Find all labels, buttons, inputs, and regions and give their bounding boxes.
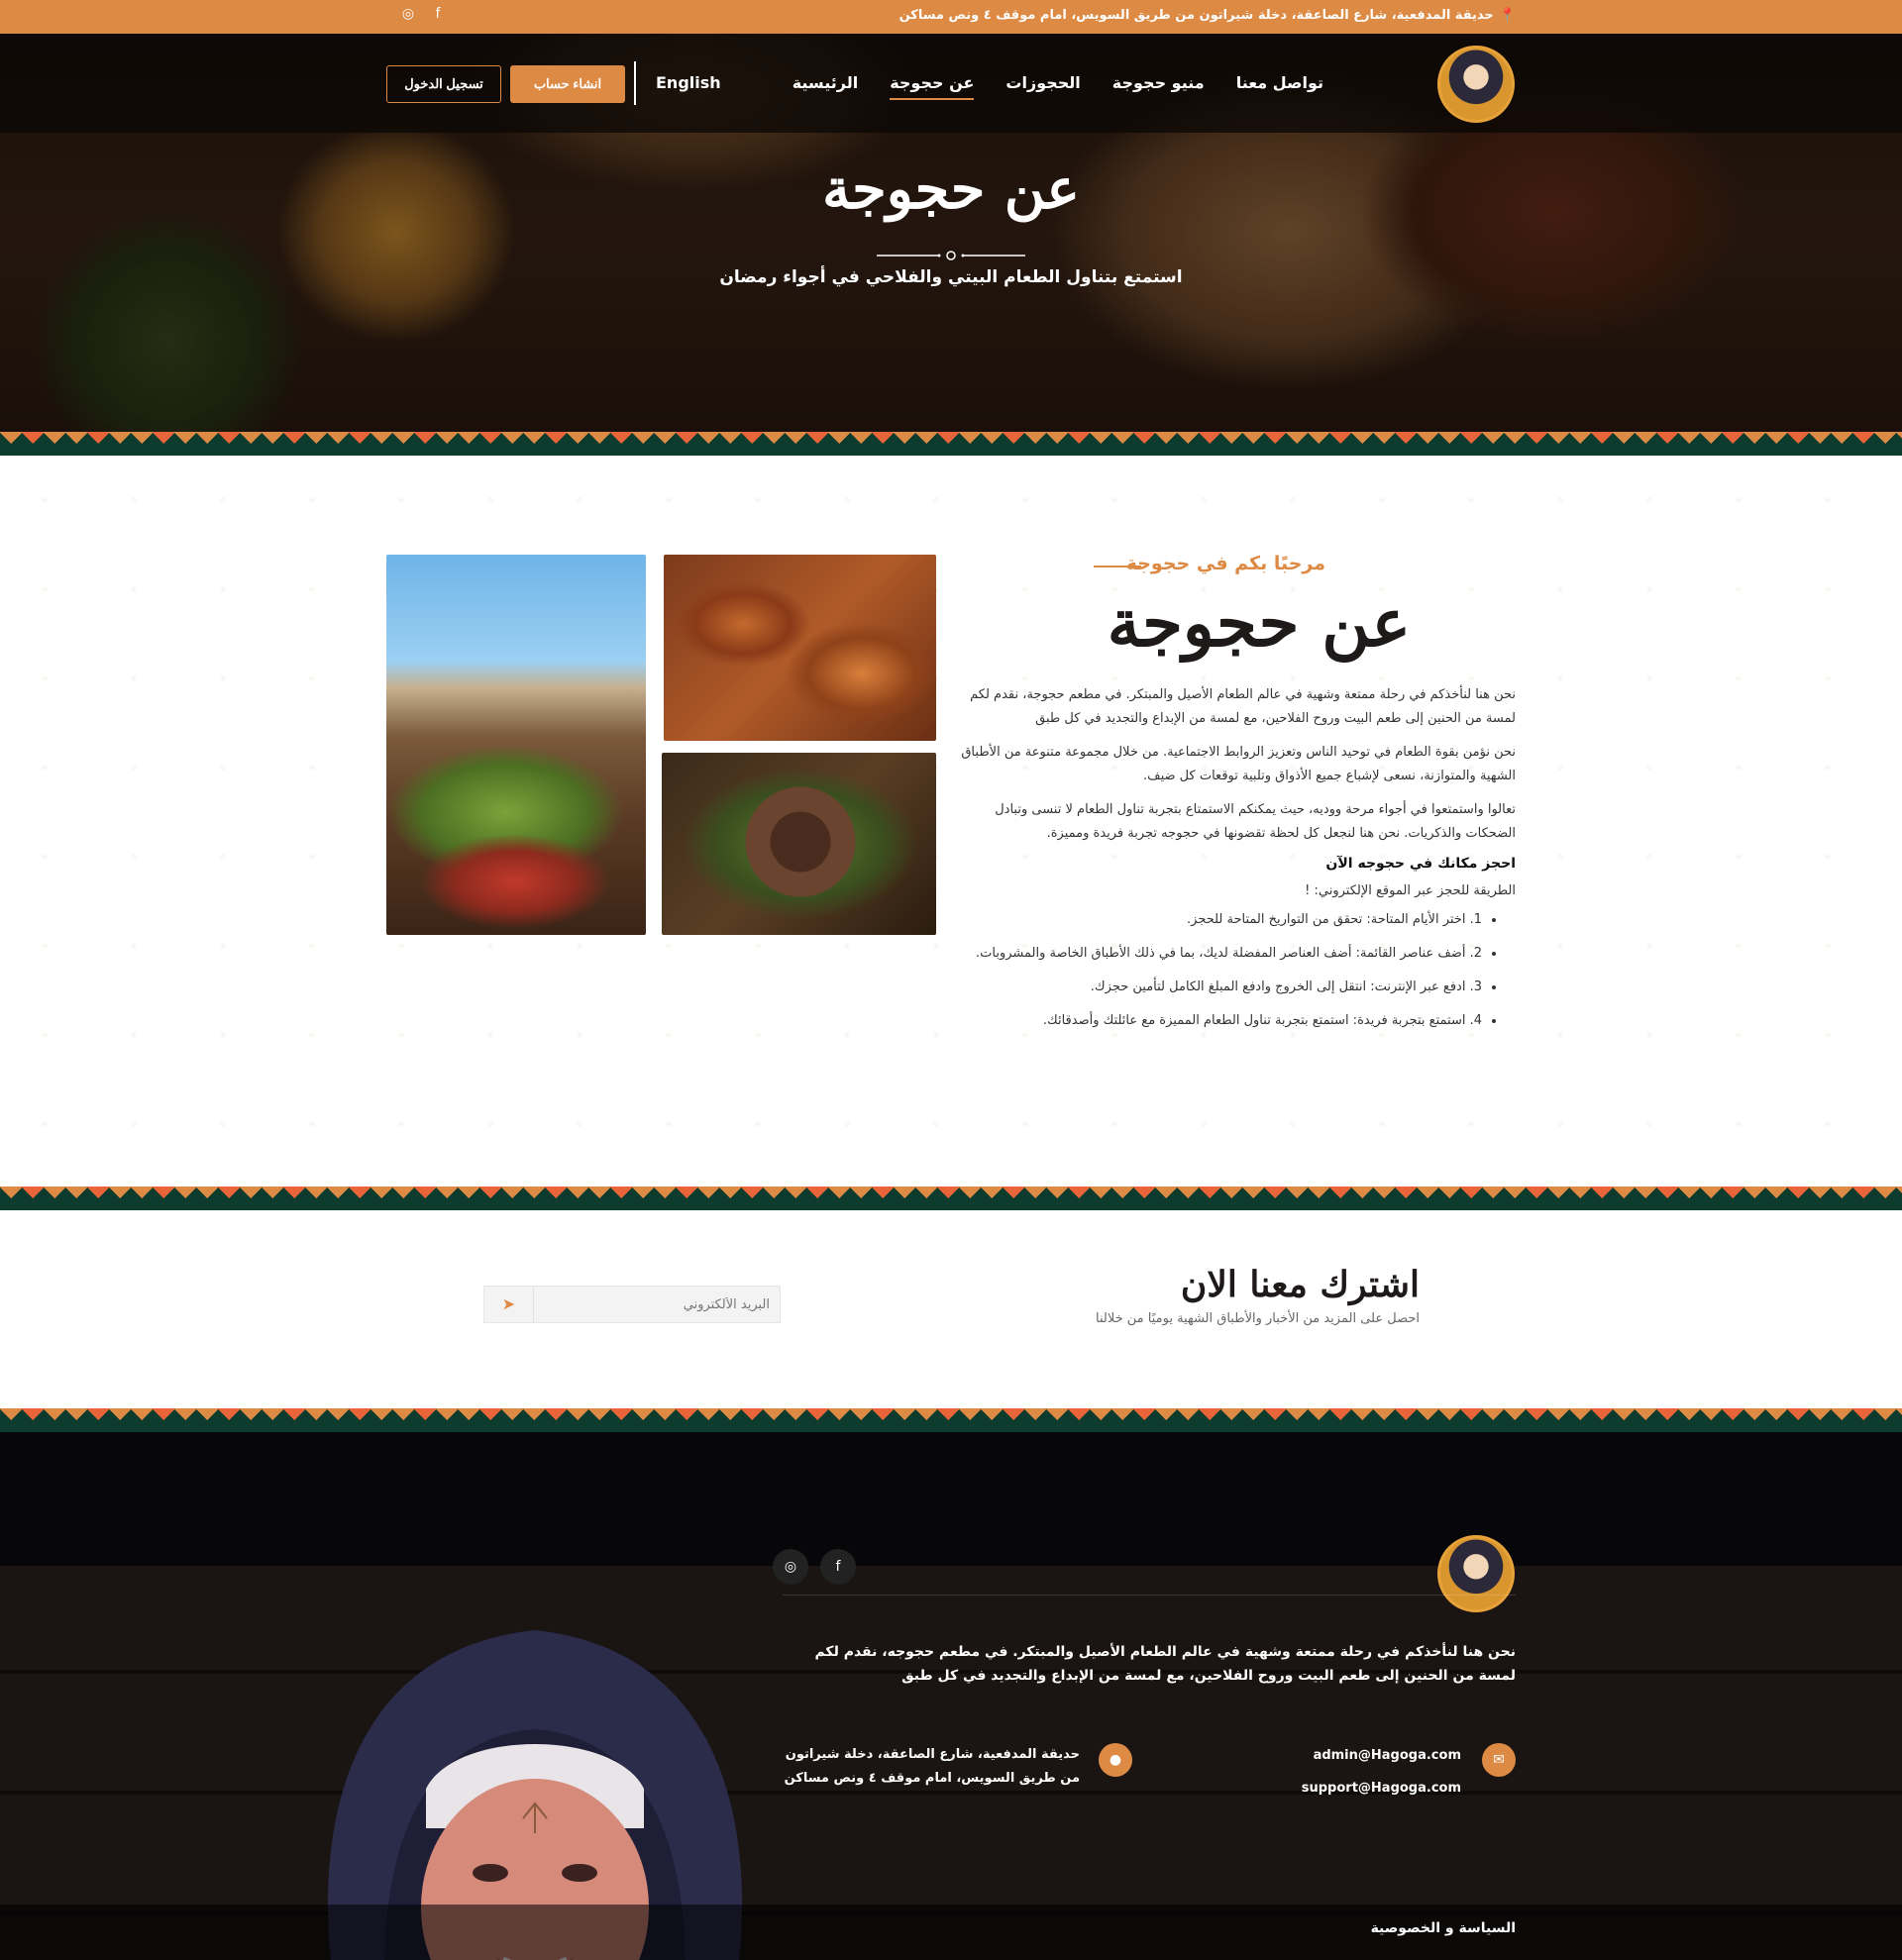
site-logo[interactable] [1437,46,1515,123]
nav-item-home[interactable]: الرئيسية [792,73,859,92]
email-link[interactable]: admin@Hagoga.com [1302,1739,1461,1772]
newsletter-email-input[interactable] [532,1287,780,1322]
signup-button[interactable]: انشاء حساب [510,65,625,103]
grandma-illustration [328,1630,742,1960]
about-paragraph: نحن هنا لنأخذكم في رحلة ممتعة وشهية في ع… [970,687,1516,726]
footer-address: حديقة المدفعية، شارع الصاعقة، دخلة شيرات… [784,1747,1080,1786]
instagram-icon[interactable]: ◎ [400,6,416,22]
newsletter-section: اشترك معنا الان احصل على المزيد من الأخب… [0,1210,1902,1408]
top-info-bar: 📍 حديقة المدفعية، شارع الصاعقة، دخلة شيرا… [0,0,1902,34]
decorative-border-middle [0,1186,1902,1210]
hero-title: عن حجوجة [822,156,1080,222]
booking-step: 1. اختر الأيام المتاحة: تحقق من التواريخ… [961,908,1482,932]
booking-intro: الطريقة للحجز عبر الموقع الإلكتروني: ! [1305,883,1516,898]
nav-menu: الرئيسية عن حجوجة الحجوزات منيو حجوجة تو… [792,73,1323,100]
nav-separator [634,61,636,105]
background-pattern [0,456,1902,1188]
footer-logo[interactable] [1437,1535,1515,1612]
hero-divider-ornament [877,251,1025,260]
facebook-icon[interactable]: f [820,1549,856,1585]
about-section: مرحبًا بكم في حجوجة عن حجوجة نحن هنا لنأ… [0,456,1902,1188]
decorative-border-bottom [0,1408,1902,1432]
instagram-icon[interactable]: ◎ [773,1549,808,1585]
language-switch[interactable]: English [656,73,721,92]
about-kicker: مرحبًا بكم في حجوجة [1125,553,1325,574]
main-navbar: الرئيسية عن حجوجة الحجوزات منيو حجوجة تو… [0,34,1902,133]
facebook-icon[interactable]: f [430,6,446,22]
topbar-address: 📍 حديقة المدفعية، شارع الصاعقة، دخلة شيرا… [899,8,1516,23]
nav-item-menu[interactable]: منيو حجوجة [1112,73,1205,92]
booking-heading: احجز مكانك في حجوجه الآن [1325,856,1516,872]
nav-item-reservations[interactable]: الحجوزات [1005,73,1080,92]
gallery-image-grill-platter [662,753,936,935]
about-body: نحن هنا لنأخذكم في رحلة ممتعة وشهية في ع… [961,683,1516,1043]
hero-subtitle: استمتع بتناول الطعام البيتي والفلاحي في … [719,267,1183,287]
hero-banner: الرئيسية عن حجوجة الحجوزات منيو حجوجة تو… [0,34,1902,432]
gallery-image-outdoor-feast [386,555,646,935]
booking-step: 3. ادفع عبر الإنترنت: انتقل إلى الخروج و… [961,976,1482,999]
newsletter-form: ➤ [483,1286,781,1323]
mail-icon: ✉ [1482,1743,1516,1777]
about-title: عن حجوجة [1107,584,1411,662]
login-button[interactable]: تسجيل الدخول [386,65,501,103]
topbar-address-text: حديقة المدفعية، شارع الصاعقة، دخلة شيرات… [898,8,1494,23]
about-paragraph: نحن نؤمن بقوة الطعام في توحيد الناس وتعز… [961,745,1516,783]
footer-social: ◎ f [773,1549,856,1585]
newsletter-title: اشترك معنا الان [1180,1264,1420,1305]
booking-step: 2. أضف عناصر القائمة: أضف العناصر المفضل… [961,942,1482,966]
newsletter-subtitle: احصل على المزيد من الأخبار والأطباق الشه… [1096,1311,1420,1326]
footer-bottom-bar: السياسة و الخصوصية [0,1905,1902,1960]
footer-about-text: نحن هنا لنأخذكم في رحلة ممتعة وشهية في ع… [814,1644,1516,1684]
footer-divider [783,1595,1516,1596]
email-link[interactable]: support@Hagoga.com [1302,1772,1461,1805]
footer-emails: admin@Hagoga.com support@Hagoga.com [1302,1739,1461,1805]
privacy-policy-link[interactable]: السياسة و الخصوصية [1371,1920,1516,1936]
booking-step: 4. استمتع بتجربة فريدة: استمتع بتجربة تن… [961,1009,1482,1033]
booking-steps: 1. اختر الأيام المتاحة: تحقق من التواريخ… [961,908,1516,1033]
send-icon[interactable]: ➤ [484,1287,534,1322]
map-pin-icon: ● [1099,1743,1132,1777]
nav-item-about[interactable]: عن حجوجة [890,73,975,100]
about-paragraph: تعالوا واستمتعوا في أجواء مرحة ووديه، حي… [995,802,1516,841]
nav-item-contact[interactable]: تواصل معنا [1236,73,1323,92]
decorative-border-top [0,432,1902,456]
site-footer: ◎ f نحن هنا لنأخذكم في رحلة ممتعة وشهية … [0,1432,1902,1960]
map-pin-icon: 📍 [1499,8,1516,23]
topbar-social: ◎ f [400,6,446,22]
gallery-image-roast-platter [664,555,936,741]
